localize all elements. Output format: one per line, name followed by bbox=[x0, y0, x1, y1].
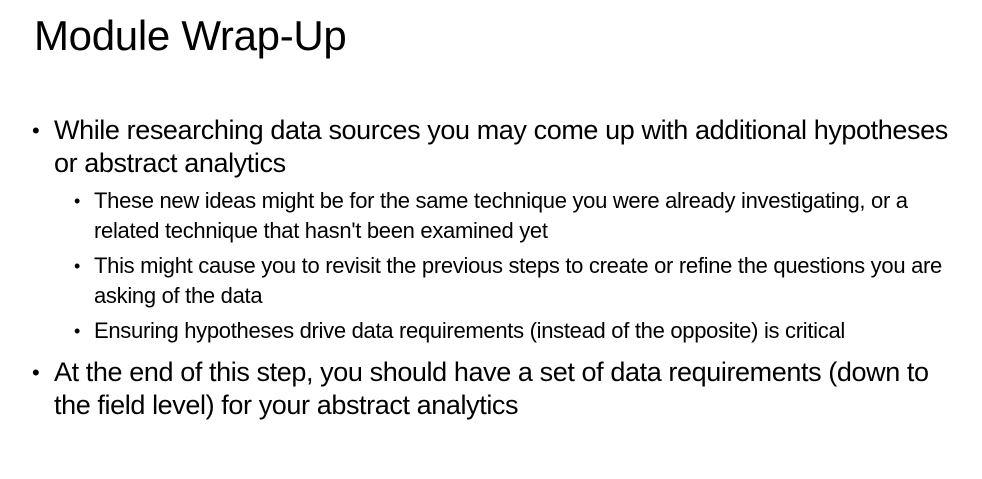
bullet-marker: • bbox=[32, 118, 40, 143]
sub-bullet-text: These new ideas might be for the same te… bbox=[94, 188, 908, 243]
bullet-text: While researching data sources you may c… bbox=[54, 115, 948, 178]
bullet-marker: • bbox=[32, 360, 40, 385]
sub-bullet-marker: • bbox=[74, 321, 81, 341]
bullet-list: • While researching data sources you may… bbox=[32, 114, 962, 422]
slide-content: • While researching data sources you may… bbox=[32, 114, 962, 422]
sub-bullet-marker: • bbox=[74, 256, 81, 276]
bullet-text: At the end of this step, you should have… bbox=[54, 357, 929, 420]
bullet-item: • At the end of this step, you should ha… bbox=[32, 356, 962, 422]
sub-bullet-list: • These new ideas might be for the same … bbox=[54, 186, 962, 346]
slide-title: Module Wrap-Up bbox=[34, 12, 347, 59]
sub-bullet-marker: • bbox=[74, 191, 81, 211]
bullet-item: • While researching data sources you may… bbox=[32, 114, 962, 346]
sub-bullet-item: • Ensuring hypotheses drive data require… bbox=[74, 316, 962, 346]
sub-bullet-text: This might cause you to revisit the prev… bbox=[94, 253, 942, 308]
sub-bullet-text: Ensuring hypotheses drive data requireme… bbox=[94, 318, 845, 343]
sub-bullet-item: • This might cause you to revisit the pr… bbox=[74, 251, 962, 311]
slide: Module Wrap-Up • While researching data … bbox=[0, 0, 982, 479]
sub-bullet-item: • These new ideas might be for the same … bbox=[74, 186, 962, 246]
